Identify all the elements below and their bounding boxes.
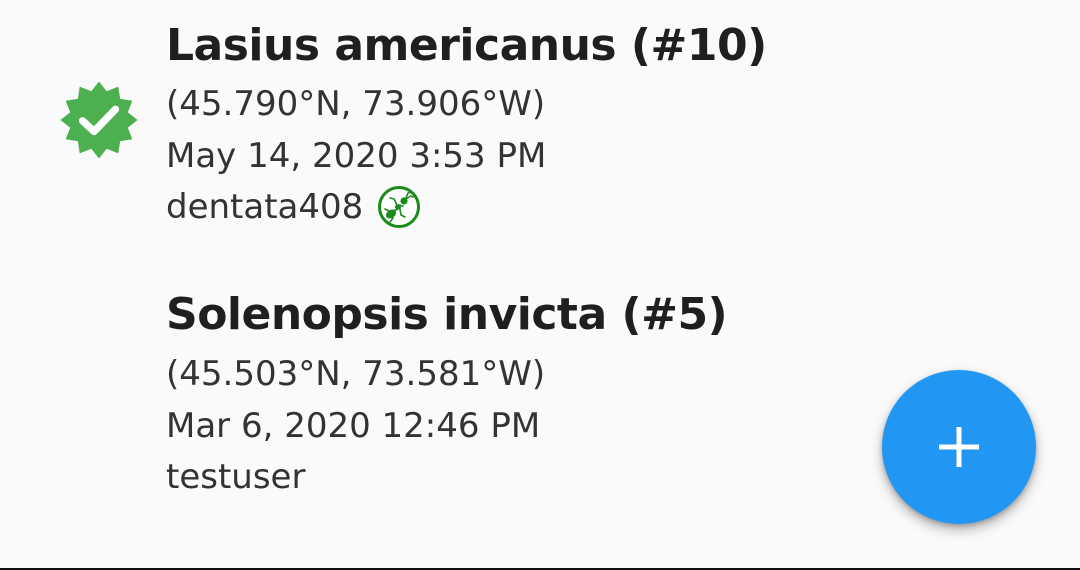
observation-item[interactable]: Lasius americanus (#10) (45.790°N, 73.90… — [0, 0, 1080, 270]
plus-icon — [939, 427, 979, 467]
verified-badge-icon — [60, 81, 138, 159]
coordinates-text: (45.503°N, 73.581°W) — [166, 354, 546, 394]
username-text: dentata408 — [166, 187, 364, 227]
user-row: testuser — [166, 460, 305, 494]
add-observation-button[interactable] — [882, 370, 1036, 524]
ant-icon — [378, 186, 421, 228]
species-title: Solenopsis invicta (#5) — [166, 289, 728, 340]
date-time-text: May 14, 2020 3:53 PM — [166, 136, 547, 176]
coordinates-text: (45.790°N, 73.906°W) — [166, 84, 546, 124]
species-title: Lasius americanus (#10) — [166, 20, 767, 71]
user-row: dentata408 — [166, 185, 421, 229]
date-time-text: Mar 6, 2020 12:46 PM — [166, 406, 541, 446]
username-text: testuser — [166, 457, 306, 497]
